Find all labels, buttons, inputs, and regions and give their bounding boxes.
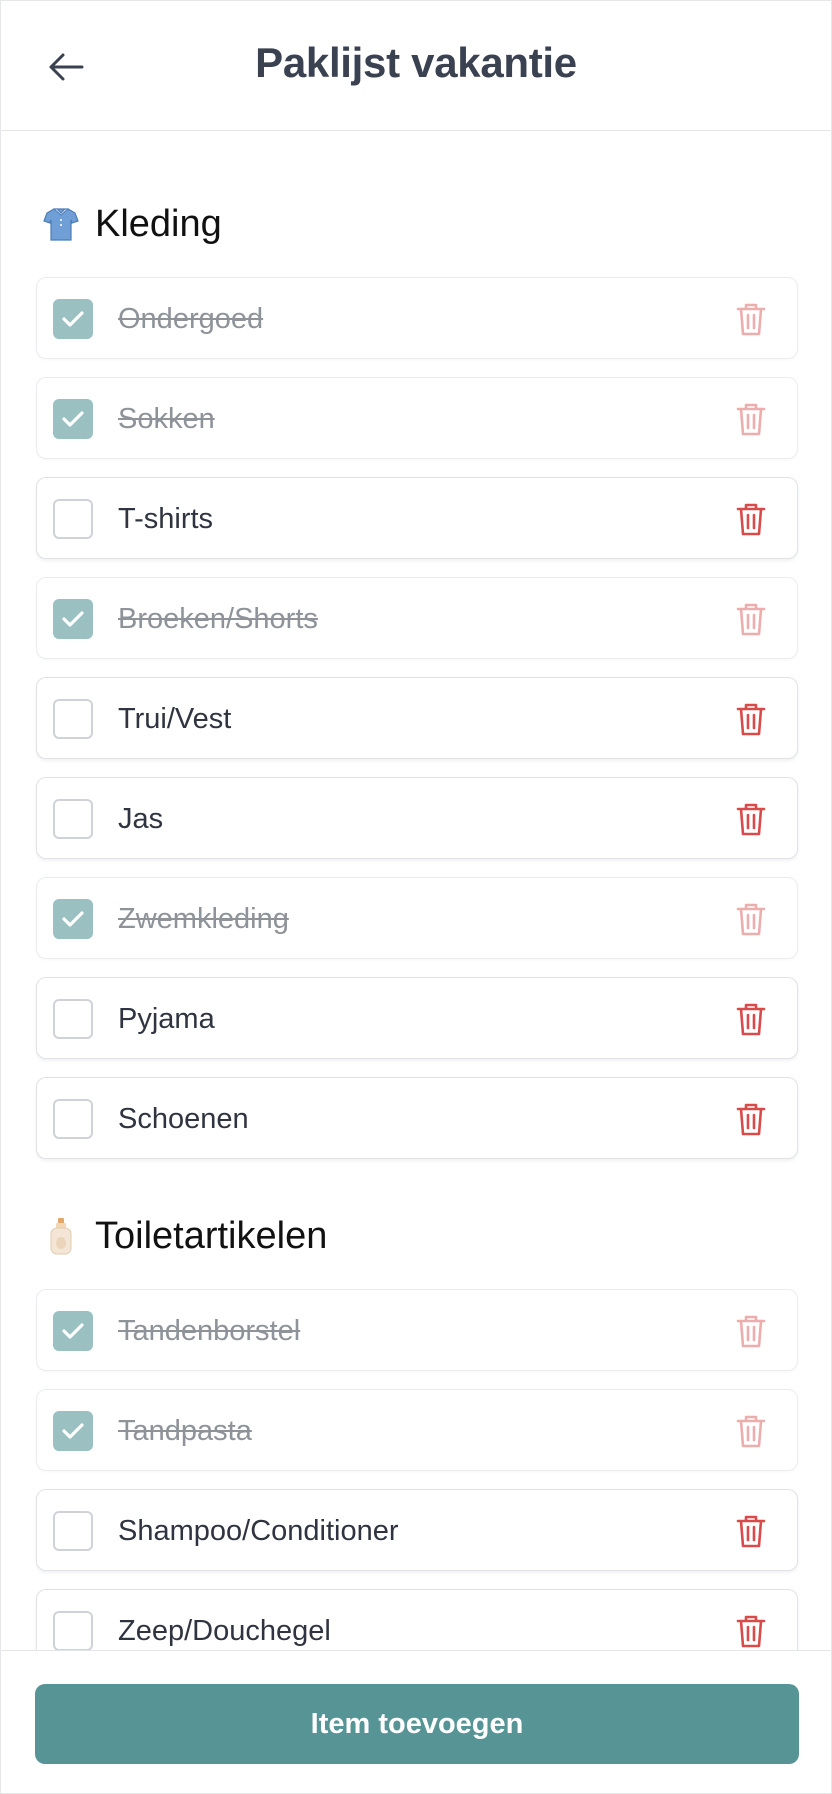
checkmark-icon (62, 411, 84, 427)
list-item: Schoenen (36, 1077, 798, 1159)
page-title: Paklijst vakantie (255, 39, 577, 86)
item-checkbox[interactable] (53, 699, 93, 739)
packing-list[interactable]: Kleding Ondergoed Sokken T-shirts Broeke… (1, 132, 831, 1650)
add-item-button[interactable]: Item toevoegen (35, 1684, 799, 1764)
delete-button[interactable] (731, 1099, 771, 1139)
section-title: Toiletartikelen (95, 1214, 328, 1257)
section-header-toiletartikelen: Toiletartikelen (41, 1206, 327, 1266)
delete-button[interactable] (731, 899, 771, 939)
item-label: Tandenborstel (118, 1315, 301, 1347)
trash-icon (736, 703, 766, 736)
checkmark-icon (62, 911, 84, 927)
delete-button[interactable] (731, 999, 771, 1039)
section-header-kleding: Kleding (41, 194, 222, 254)
list-item: Shampoo/Conditioner (36, 1489, 798, 1571)
item-label: Schoenen (118, 1103, 249, 1135)
item-checkbox[interactable] (53, 799, 93, 839)
checkmark-icon (62, 1423, 84, 1439)
delete-button[interactable] (731, 1411, 771, 1451)
delete-button[interactable] (731, 1611, 771, 1650)
delete-button[interactable] (731, 399, 771, 439)
item-checkbox[interactable] (53, 1311, 93, 1351)
list-item: Tandenborstel (36, 1289, 798, 1371)
list-item: Zeep/Douchegel (36, 1589, 798, 1650)
top-bar: Paklijst vakantie (1, 1, 831, 131)
item-checkbox[interactable] (53, 599, 93, 639)
item-checkbox[interactable] (53, 399, 93, 439)
delete-button[interactable] (731, 799, 771, 839)
item-label: Jas (118, 803, 164, 835)
list-item: Sokken (36, 377, 798, 459)
trash-icon (736, 1315, 766, 1348)
app-window: Paklijst vakantie Kleding Ondergoed Sokk… (0, 0, 832, 1794)
list-item: Jas (36, 777, 798, 859)
item-checkbox[interactable] (53, 1411, 93, 1451)
item-checkbox[interactable] (53, 1511, 93, 1551)
delete-button[interactable] (731, 1311, 771, 1351)
checkmark-icon (62, 1323, 84, 1339)
section-title: Kleding (95, 202, 222, 245)
trash-icon (736, 1515, 766, 1548)
item-label: Sokken (118, 403, 215, 435)
checkmark-icon (62, 611, 84, 627)
list-item: Ondergoed (36, 277, 798, 359)
trash-icon (736, 503, 766, 536)
item-label: Broeken/Shorts (118, 603, 318, 635)
item-checkbox[interactable] (53, 899, 93, 939)
item-label: Shampoo/Conditioner (118, 1515, 399, 1547)
item-checkbox[interactable] (53, 1611, 93, 1650)
trash-icon (736, 603, 766, 636)
trash-icon (736, 1415, 766, 1448)
item-checkbox[interactable] (53, 299, 93, 339)
delete-button[interactable] (731, 1511, 771, 1551)
list-item: T-shirts (36, 477, 798, 559)
delete-button[interactable] (731, 599, 771, 639)
checkmark-icon (62, 311, 84, 327)
item-checkbox[interactable] (53, 999, 93, 1039)
item-label: Pyjama (118, 1003, 215, 1035)
item-label: T-shirts (118, 503, 214, 535)
item-label: Zeep/Douchegel (118, 1615, 331, 1647)
list-item: Broeken/Shorts (36, 577, 798, 659)
delete-button[interactable] (731, 699, 771, 739)
trash-icon (736, 1003, 766, 1036)
item-checkbox[interactable] (53, 1099, 93, 1139)
trash-icon (736, 1103, 766, 1136)
trash-icon (736, 903, 766, 936)
trash-icon (736, 303, 766, 336)
list-item: Tandpasta (36, 1389, 798, 1471)
item-label: Trui/Vest (118, 703, 232, 735)
list-item: Trui/Vest (36, 677, 798, 759)
delete-button[interactable] (731, 299, 771, 339)
lotion-bottle-emoji-icon (41, 1214, 81, 1258)
list-item: Pyjama (36, 977, 798, 1059)
shirt-emoji-icon (41, 202, 81, 246)
trash-icon (736, 1615, 766, 1648)
list-item: Zwemkleding (36, 877, 798, 959)
delete-button[interactable] (731, 499, 771, 539)
trash-icon (736, 403, 766, 436)
bottom-bar: Item toevoegen (1, 1650, 831, 1793)
item-checkbox[interactable] (53, 499, 93, 539)
trash-icon (736, 803, 766, 836)
item-label: Tandpasta (118, 1415, 252, 1447)
item-label: Zwemkleding (118, 903, 289, 935)
item-label: Ondergoed (118, 303, 264, 335)
